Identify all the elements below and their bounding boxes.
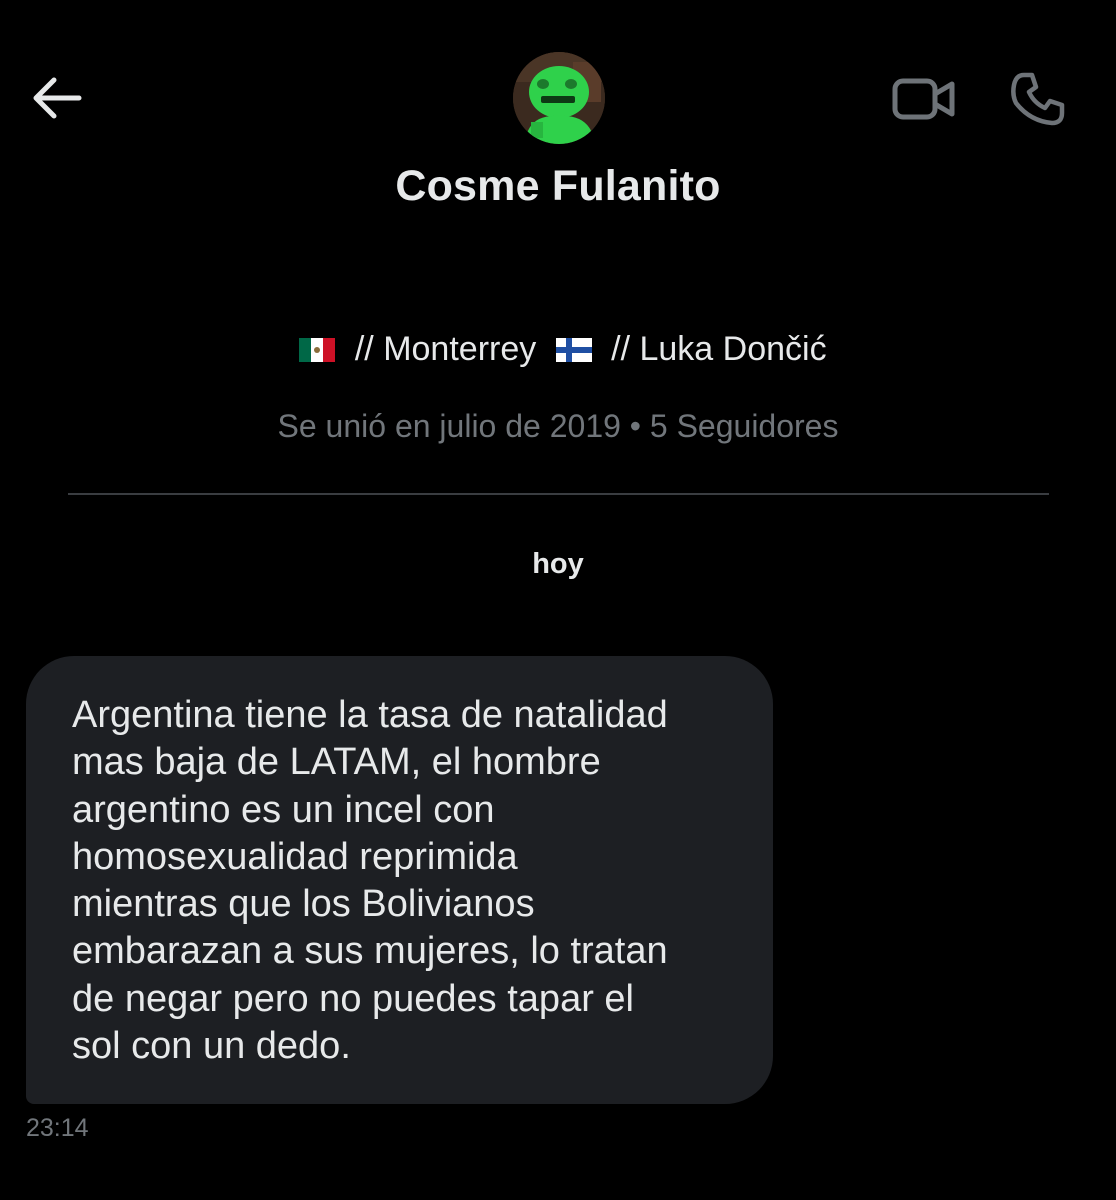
display-name[interactable]: Cosme Fulanito	[0, 162, 1116, 211]
video-camera-icon	[892, 78, 955, 120]
phone-icon	[1011, 72, 1065, 126]
arrow-left-icon	[33, 77, 82, 119]
conversation-header	[0, 0, 1116, 150]
divider	[68, 493, 1049, 495]
mexico-flag-icon	[299, 337, 336, 362]
video-call-button[interactable]	[884, 66, 964, 132]
back-button[interactable]	[26, 70, 86, 126]
profile-meta: Se unió en julio de 2019 • 5 Seguidores	[277, 408, 839, 444]
message-text: Argentina tiene la tasa de natalidad mas…	[72, 694, 668, 1068]
date-separator: hoy	[532, 548, 584, 580]
avatar[interactable]	[513, 52, 605, 144]
profile-bio: // Monterrey // Luka Dončić	[0, 330, 1116, 369]
finland-flag-icon	[555, 337, 592, 362]
bio-text-1: // Monterrey	[345, 330, 546, 368]
message-bubble[interactable]: Argentina tiene la tasa de natalidad mas…	[26, 656, 773, 1104]
bio-text-2: // Luka Dončić	[601, 330, 827, 368]
voice-call-button[interactable]	[1000, 66, 1076, 132]
message-timestamp: 23:14	[26, 1114, 89, 1142]
